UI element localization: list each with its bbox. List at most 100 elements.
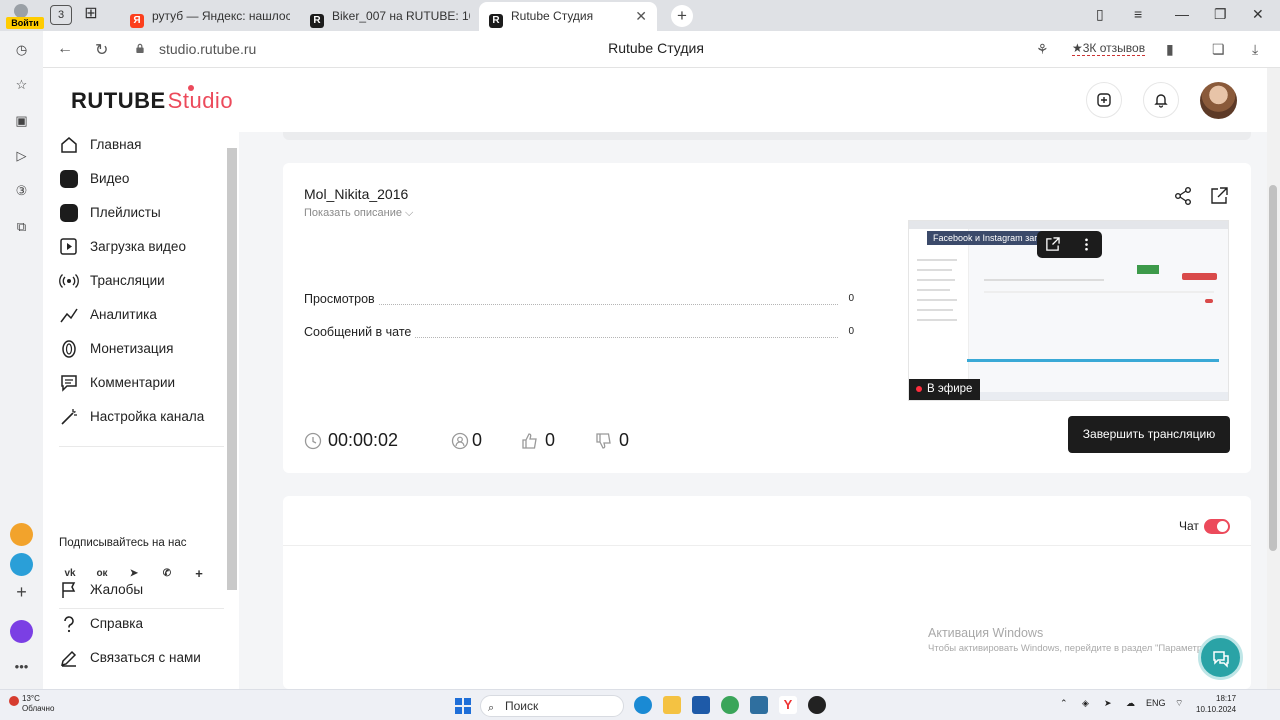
sidebar-item-help[interactable]: Справка: [59, 611, 219, 637]
chat-bubble-icon: [1213, 651, 1229, 668]
tray-app-icon[interactable]: ◈: [1082, 698, 1089, 709]
url-field[interactable]: studio.rutube.ru: [159, 41, 256, 57]
start-button[interactable]: [455, 698, 471, 714]
store-icon[interactable]: [692, 696, 710, 714]
profile-avatar-icon: [14, 4, 28, 18]
tray-telegram-icon[interactable]: ➤: [1104, 698, 1112, 709]
yandex-browser-icon[interactable]: Y: [779, 696, 797, 714]
monetization-icon: [62, 340, 76, 358]
page-scrollbar[interactable]: [1267, 68, 1280, 689]
preview-line: [984, 279, 1104, 281]
app-window-icon[interactable]: [750, 696, 768, 714]
bookmarks-window-icon[interactable]: ▯: [1096, 6, 1104, 23]
notes-icon[interactable]: ▣: [12, 111, 31, 130]
bookmark-icon[interactable]: ▮: [1166, 41, 1174, 58]
favorites-icon[interactable]: ☆: [12, 75, 31, 94]
extension-icon[interactable]: ⚘: [1036, 41, 1049, 58]
preview-line: [917, 309, 953, 311]
dislikes-value: 0: [619, 430, 630, 450]
stream-title: Mol_Nikita_2016: [304, 186, 409, 202]
clock-date: 10.10.2024: [1196, 705, 1237, 714]
more-vertical-icon[interactable]: [1079, 237, 1094, 252]
gallery-icon[interactable]: ⧉: [12, 217, 31, 236]
chat-card: Чат: [283, 496, 1251, 689]
tray-onedrive-icon[interactable]: ☁: [1126, 698, 1135, 709]
reload-icon[interactable]: ↻: [95, 40, 108, 60]
alice-icon[interactable]: [10, 620, 33, 643]
obs-icon[interactable]: [808, 696, 826, 714]
preview-blue-bar: [967, 359, 1219, 362]
edge-icon[interactable]: [634, 696, 652, 714]
back-icon[interactable]: ←: [57, 40, 73, 58]
sidebar-item-comments[interactable]: Комментарии: [59, 370, 219, 396]
history-icon[interactable]: ◷: [12, 40, 31, 59]
page-title: Rutube Студия: [608, 40, 704, 56]
sidebar-item-video[interactable]: Видео: [59, 166, 219, 192]
language-indicator[interactable]: ENG: [1146, 698, 1166, 708]
stream-preview[interactable]: Facebook и Instagram запрещ В эфире: [908, 220, 1229, 401]
open-external-icon[interactable]: [1209, 186, 1229, 206]
download-icon[interactable]: ⤓: [1252, 41, 1258, 58]
rutube-favicon-icon: R: [489, 14, 503, 28]
rutube-studio-logo[interactable]: RUTUBE Studio: [71, 85, 233, 114]
browser-tab-studio[interactable]: R Rutube Студия ✕: [479, 2, 657, 31]
preview-line: [917, 259, 957, 261]
chat-toggle[interactable]: [1204, 519, 1230, 534]
sidebar-divider: [59, 608, 224, 609]
sidebar-item-label: Трансляции: [90, 273, 165, 288]
telegram-app-icon[interactable]: [10, 553, 33, 576]
sidebar-item-contact[interactable]: Связаться с нами: [59, 645, 219, 671]
minimize-icon[interactable]: —: [1175, 6, 1189, 22]
sidebar-item-channel-settings[interactable]: Настройка канала: [59, 404, 219, 430]
notifications-button[interactable]: [1143, 82, 1179, 118]
reviews-link[interactable]: ★3К отзывов: [1072, 41, 1146, 56]
sidebar-item-upload[interactable]: Загрузка видео: [59, 234, 219, 260]
sidebar-scroll-thumb[interactable]: [227, 148, 237, 590]
more-icon[interactable]: •••: [12, 657, 31, 676]
create-button[interactable]: [1086, 82, 1122, 118]
show-description-link[interactable]: Показать описание ⌵: [304, 207, 413, 220]
share-icon[interactable]: [1173, 186, 1193, 206]
sidebar-item-playlists[interactable]: Плейлисты: [59, 200, 219, 226]
weather-widget[interactable]: 13°C Облачно: [9, 694, 54, 714]
app-shortcut-icon[interactable]: [10, 523, 33, 546]
tray-chevron-icon[interactable]: ⌃: [1060, 698, 1068, 709]
sidebar-counter-icon[interactable]: ③: [12, 181, 31, 200]
support-chat-button[interactable]: [1198, 635, 1243, 680]
preview-line: [917, 289, 950, 291]
menu-icon[interactable]: ≡: [1134, 6, 1142, 22]
collections-icon[interactable]: ❏: [1212, 41, 1225, 58]
sidebar-item-label: Плейлисты: [90, 205, 161, 220]
file-explorer-icon[interactable]: [663, 696, 681, 714]
browser-tab-biker[interactable]: R Biker_007 на RUTUBE: 16 р: [310, 4, 470, 28]
close-tab-icon[interactable]: ✕: [635, 2, 647, 30]
browser-tab-search[interactable]: Ярутуб — Яндекс: нашлось: [130, 4, 290, 28]
page-scroll-thumb[interactable]: [1269, 185, 1277, 551]
sidebar-item-complaints[interactable]: Жалобы: [59, 577, 219, 603]
viewers-value: 0: [472, 430, 483, 450]
profile-button[interactable]: Войти: [6, 2, 44, 29]
maximize-icon[interactable]: ❐: [1214, 6, 1227, 23]
windows-activation-watermark: Активация Windows Чтобы активировать Win…: [928, 626, 1238, 654]
add-app-icon[interactable]: +: [12, 583, 31, 602]
sidebar-item-monetization[interactable]: Монетизация: [59, 336, 219, 362]
wifi-icon[interactable]: ⌔: [1175, 698, 1183, 709]
clock[interactable]: 18:17 10.10.2024: [1196, 693, 1236, 715]
sidebar-item-home[interactable]: Главная: [59, 132, 219, 158]
preview-browser-bar: [909, 221, 1228, 229]
help-icon: [64, 616, 74, 633]
stat-label: Сообщений в чате: [304, 325, 416, 339]
toggle-knob: [1217, 521, 1228, 532]
end-broadcast-button[interactable]: Завершить трансляцию: [1068, 416, 1230, 453]
user-avatar[interactable]: [1200, 82, 1237, 119]
popout-icon[interactable]: [1045, 237, 1060, 252]
tab-count-button[interactable]: 3: [50, 5, 72, 25]
new-tab-button[interactable]: +: [671, 5, 693, 27]
sidebar-item-broadcasts[interactable]: Трансляции: [59, 268, 219, 294]
new-tab-group-icon[interactable]: ⊞: [80, 5, 102, 25]
app-green-icon[interactable]: [721, 696, 739, 714]
player-icon[interactable]: ▷: [12, 146, 31, 165]
sidebar-item-analytics[interactable]: Аналитика: [59, 302, 219, 328]
taskbar-search[interactable]: ⌕ Поиск: [480, 695, 624, 717]
close-window-icon[interactable]: ✕: [1252, 6, 1264, 23]
